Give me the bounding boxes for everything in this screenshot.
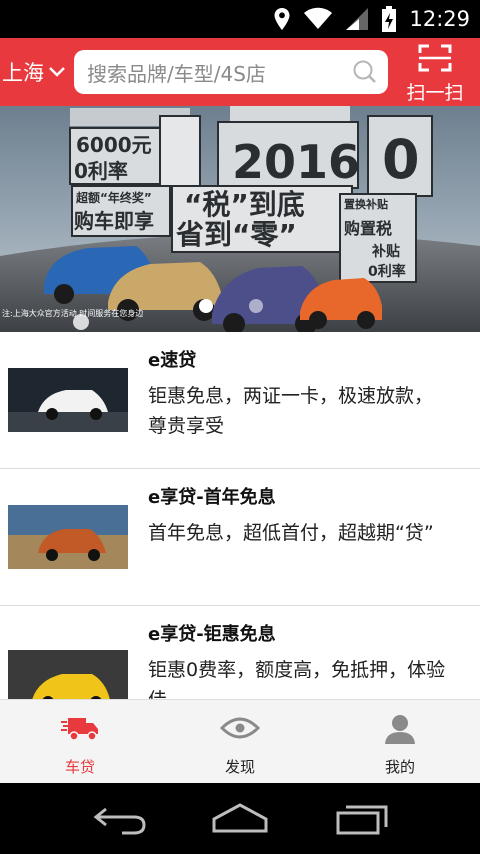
tab-label: 发现 bbox=[224, 758, 255, 776]
search-icon[interactable] bbox=[352, 59, 378, 85]
banner-left-block: 6000元 0利率 bbox=[69, 127, 166, 185]
product-list: e速贷 钜惠免息，两证一卡，极速放款，尊贵享受 e享贷-首年免息 首年免息，超低… bbox=[0, 332, 480, 699]
banner-right-sub: 置换补贴 bbox=[344, 197, 388, 211]
product-desc: 首年免息，超低首付，超越期“贷” bbox=[148, 522, 434, 544]
banner-year: 2016 bbox=[232, 135, 360, 189]
city-label: 上海 bbox=[2, 61, 44, 85]
product-title: e享贷-钜惠免息 bbox=[148, 624, 276, 645]
app-header: 上海 搜索品牌/车型/4S店 扫一扫 bbox=[0, 38, 480, 106]
scan-icon bbox=[418, 44, 452, 72]
status-clock: 12:29 bbox=[409, 7, 470, 31]
recent-apps-icon[interactable] bbox=[334, 801, 390, 837]
product-desc: 钜惠0费率，额度高，免抵押，体验佳 bbox=[148, 659, 446, 699]
banner-buy-now: 购车即享 bbox=[74, 209, 154, 233]
location-icon bbox=[274, 8, 290, 30]
promo-banner[interactable]: 6000元 0利率 2016 0 “税”到底 省到“零” 超额“年终奖” 购车即… bbox=[0, 106, 480, 332]
wifi-icon bbox=[304, 7, 333, 29]
banner-right-tax: 购置税 bbox=[344, 219, 392, 238]
banner-save: 省到“零” bbox=[176, 218, 297, 251]
battery-icon bbox=[382, 6, 397, 32]
chevron-down-icon bbox=[49, 67, 65, 77]
product-thumbnail bbox=[8, 368, 128, 432]
banner-right-zero: 0利率 bbox=[368, 263, 406, 280]
truck-icon bbox=[61, 718, 98, 741]
pager-dot-active[interactable] bbox=[199, 299, 213, 313]
banner-left-amount: 6000元 bbox=[76, 133, 152, 157]
banner-year-end-block: 超额“年终奖” 购车即享 bbox=[71, 185, 171, 237]
search-box[interactable]: 搜索品牌/车型/4S店 bbox=[74, 50, 388, 94]
list-item[interactable]: e速贷 钜惠免息，两证一卡，极速放款，尊贵享受 bbox=[0, 332, 480, 468]
banner-year-end: 超额“年终奖” bbox=[75, 190, 152, 205]
scan-label: 扫一扫 bbox=[406, 82, 464, 104]
scan-button[interactable]: 扫一扫 bbox=[396, 44, 474, 104]
status-bar: 12:29 bbox=[0, 0, 480, 38]
user-icon bbox=[385, 715, 415, 744]
tab-car-loan[interactable]: 车贷 bbox=[0, 700, 160, 784]
list-item[interactable]: e享贷-首年免息 首年免息，超低首付，超越期“贷” bbox=[0, 469, 480, 605]
banner-right-block: 置换补贴 购置税 补贴 0利率 bbox=[339, 193, 417, 283]
search-placeholder: 搜索品牌/车型/4S店 bbox=[87, 61, 266, 86]
vw-logo-icon bbox=[73, 314, 89, 330]
banner-tax: “税”到底 bbox=[184, 188, 305, 221]
tab-mine[interactable]: 我的 bbox=[320, 700, 480, 784]
banner-fine-print: 注:上海大众官方活动 时间服务在您身边 bbox=[2, 308, 143, 318]
product-title: e速贷 bbox=[148, 350, 197, 371]
signal-icon bbox=[346, 8, 369, 30]
bottom-tab-bar: 车贷 发现 我的 bbox=[0, 699, 480, 783]
product-title: e享贷-首年免息 bbox=[148, 487, 276, 508]
system-nav-bar bbox=[0, 783, 480, 854]
tab-discover[interactable]: 发现 bbox=[160, 700, 320, 784]
svg-text:0: 0 bbox=[382, 128, 420, 191]
home-icon[interactable] bbox=[210, 801, 270, 837]
city-selector[interactable]: 上海 bbox=[0, 38, 70, 106]
product-desc: 钜惠免息，两证一卡，极速放款，尊贵享受 bbox=[148, 385, 434, 437]
eye-icon bbox=[219, 717, 261, 739]
banner-left-interest: 0利率 bbox=[74, 159, 128, 183]
product-thumbnail bbox=[8, 650, 128, 699]
pager-dot[interactable] bbox=[249, 299, 263, 313]
back-icon[interactable] bbox=[92, 801, 148, 837]
list-item[interactable]: e享贷-钜惠免息 钜惠0费率，额度高，免抵押，体验佳 bbox=[0, 606, 480, 699]
product-thumbnail bbox=[8, 505, 128, 569]
tab-label: 车贷 bbox=[64, 758, 95, 776]
tab-label: 我的 bbox=[384, 758, 415, 776]
banner-right-bonus: 补贴 bbox=[371, 243, 400, 260]
